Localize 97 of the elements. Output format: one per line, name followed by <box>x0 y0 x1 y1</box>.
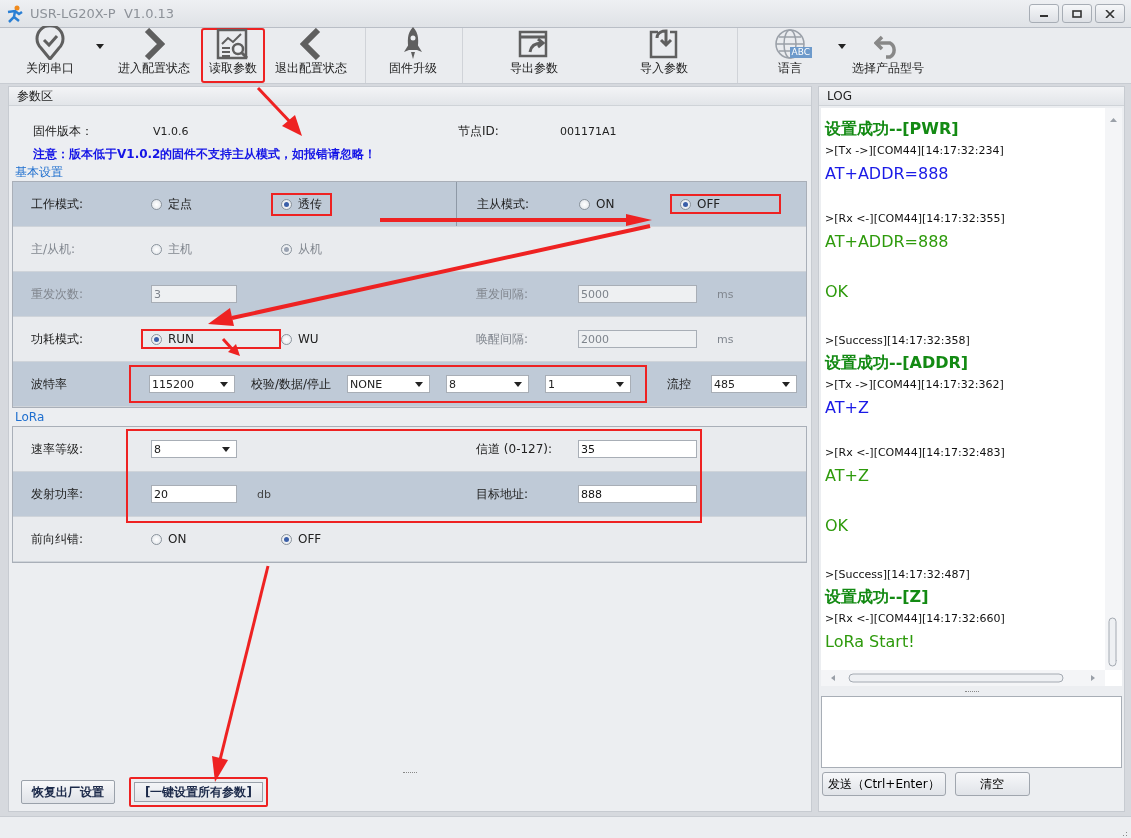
log-line: >[Tx ->][COM44][14:17:32:362] <box>825 377 1005 393</box>
caret-icon <box>782 381 791 387</box>
dropdown-field[interactable]: 1 <box>545 375 632 393</box>
close-button[interactable] <box>1095 4 1125 23</box>
group-title: LoRa <box>14 409 46 424</box>
toolbar-button[interactable]: 选择产品型号 <box>848 28 928 83</box>
radio-button[interactable]: RUN <box>141 329 281 349</box>
field-value: V1.0.6 <box>153 124 190 138</box>
log-line: AT+ADDR=888 <box>825 163 950 185</box>
field-label: 发射功率: <box>31 485 85 503</box>
field-label: 目标地址: <box>475 485 530 503</box>
text-field[interactable]: 888 <box>578 485 697 503</box>
maximize-icon <box>1072 9 1082 18</box>
caret-icon <box>96 44 104 49</box>
log-button[interactable]: 发送（Ctrl+Enter） <box>822 772 946 796</box>
log-line: >[Success][14:17:32:487] <box>825 567 971 583</box>
toolbar-button[interactable]: 关闭串口 <box>6 28 94 83</box>
toolbar-button[interactable]: 固件升级 <box>372 28 454 83</box>
field-value: 001171A1 <box>560 124 618 138</box>
action-button[interactable]: [一键设置所有参数] <box>129 777 268 807</box>
log-line: >[Rx <-][COM44][14:17:32:483] <box>825 445 1006 461</box>
horizontal-scrollbar[interactable] <box>821 670 1105 686</box>
dropdown-field[interactable]: 8 <box>151 440 237 458</box>
field-label: 信道 (0-127): <box>475 440 554 458</box>
group-title: 基本设置 <box>14 164 64 179</box>
field-label: 工作模式: <box>31 195 85 213</box>
caret-icon <box>222 446 230 452</box>
radio-button[interactable]: OFF <box>670 194 781 214</box>
toolbar-button[interactable]: ABC 语言 <box>744 28 836 83</box>
annotation-arrow <box>221 338 240 356</box>
panel-header: 参数区 <box>9 87 811 106</box>
field-label: 重发间隔: <box>475 285 530 303</box>
toolbar-button[interactable]: 导入参数 <box>599 28 729 83</box>
window-title: USR-LG20X-P V1.0.13 <box>30 6 175 21</box>
unit-label: ms <box>717 332 734 346</box>
field-label: 前向纠错: <box>31 530 85 548</box>
field-label: 主从模式: <box>476 195 531 213</box>
log-line: 设置成功--[Z] <box>825 586 930 608</box>
window-export-icon <box>518 30 550 60</box>
log-line: OK <box>825 515 850 537</box>
unit-label: db <box>257 487 271 501</box>
chevron-right-icon <box>142 28 165 60</box>
check-pin-icon <box>35 26 65 60</box>
log-line: >[Tx ->][COM44][14:17:32:234] <box>825 143 1005 159</box>
log-line: >[Rx <-][COM44][14:17:32:660] <box>825 611 1006 627</box>
action-button[interactable]: 恢复出厂设置 <box>21 780 115 804</box>
field-label: 固件版本： <box>33 122 94 140</box>
maximize-button[interactable] <box>1062 4 1092 23</box>
log-line: AT+ADDR=888 <box>825 231 950 253</box>
field-label: 校验/数据/停止 <box>251 375 332 393</box>
log-button[interactable]: 清空 <box>954 772 1030 796</box>
toolbar-button[interactable]: 退出配置状态 <box>265 28 357 83</box>
message-input[interactable] <box>821 696 1122 768</box>
caret-icon <box>415 381 424 387</box>
log-line: AT+Z <box>825 465 870 487</box>
log-line: >[Success][14:17:32:358] <box>825 333 971 349</box>
minimize-button[interactable] <box>1029 4 1059 23</box>
dropdown-field[interactable]: 8 <box>446 375 530 393</box>
log-line: LoRa Start! <box>825 631 916 653</box>
app-icon <box>6 4 24 23</box>
chevron-left-icon <box>300 28 322 60</box>
dropdown-field[interactable]: NONE <box>347 375 431 393</box>
radio-button[interactable]: 透传 <box>271 192 332 216</box>
dropdown-field[interactable]: 115200 <box>149 375 235 393</box>
text-field[interactable]: 35 <box>578 440 697 458</box>
field-label: 速率等级: <box>31 440 85 458</box>
field-label: 功耗模式: <box>31 330 85 348</box>
field-label: 重发次数: <box>31 285 85 303</box>
toolbar-button[interactable]: 进入配置状态 <box>106 28 201 83</box>
field-label: 节点ID: <box>458 122 500 140</box>
text-field[interactable]: 20 <box>151 485 237 503</box>
toolbar-button[interactable]: 导出参数 <box>469 28 599 83</box>
field-label: 唤醒间隔: <box>475 330 530 348</box>
field-label: 主/从机: <box>31 240 77 258</box>
caret-icon <box>514 381 523 387</box>
vertical-scrollbar[interactable] <box>1105 108 1122 670</box>
language-badge: ABC <box>789 47 812 58</box>
log-line: 设置成功--[PWR] <box>825 118 960 140</box>
dropdown-field[interactable]: 485 <box>711 375 798 393</box>
dropdown-button[interactable] <box>94 42 106 51</box>
window-import-icon <box>648 28 680 60</box>
caret-icon <box>838 44 846 49</box>
toolbar-button[interactable]: 读取参数 <box>201 28 265 83</box>
caret-icon <box>616 381 625 387</box>
panel-header: LOG <box>819 87 1124 106</box>
log-line: 设置成功--[ADDR] <box>825 352 970 374</box>
notice-text: 注意：版本低于V1.0.2的固件不支持主从模式，如报错请忽略！ <box>32 146 378 163</box>
log-line: >[Rx <-][COM44][14:17:32:355] <box>825 211 1006 227</box>
caret-icon <box>220 381 228 387</box>
log-line: OK <box>825 281 850 303</box>
field-label: 流控 <box>667 376 692 391</box>
field-label: 波特率 <box>31 375 68 393</box>
dropdown-button[interactable] <box>836 42 848 51</box>
annotation-arrow <box>256 86 302 136</box>
unit-label: ms <box>717 287 734 301</box>
log-line: AT+Z <box>825 397 870 419</box>
close-icon <box>1105 9 1115 18</box>
